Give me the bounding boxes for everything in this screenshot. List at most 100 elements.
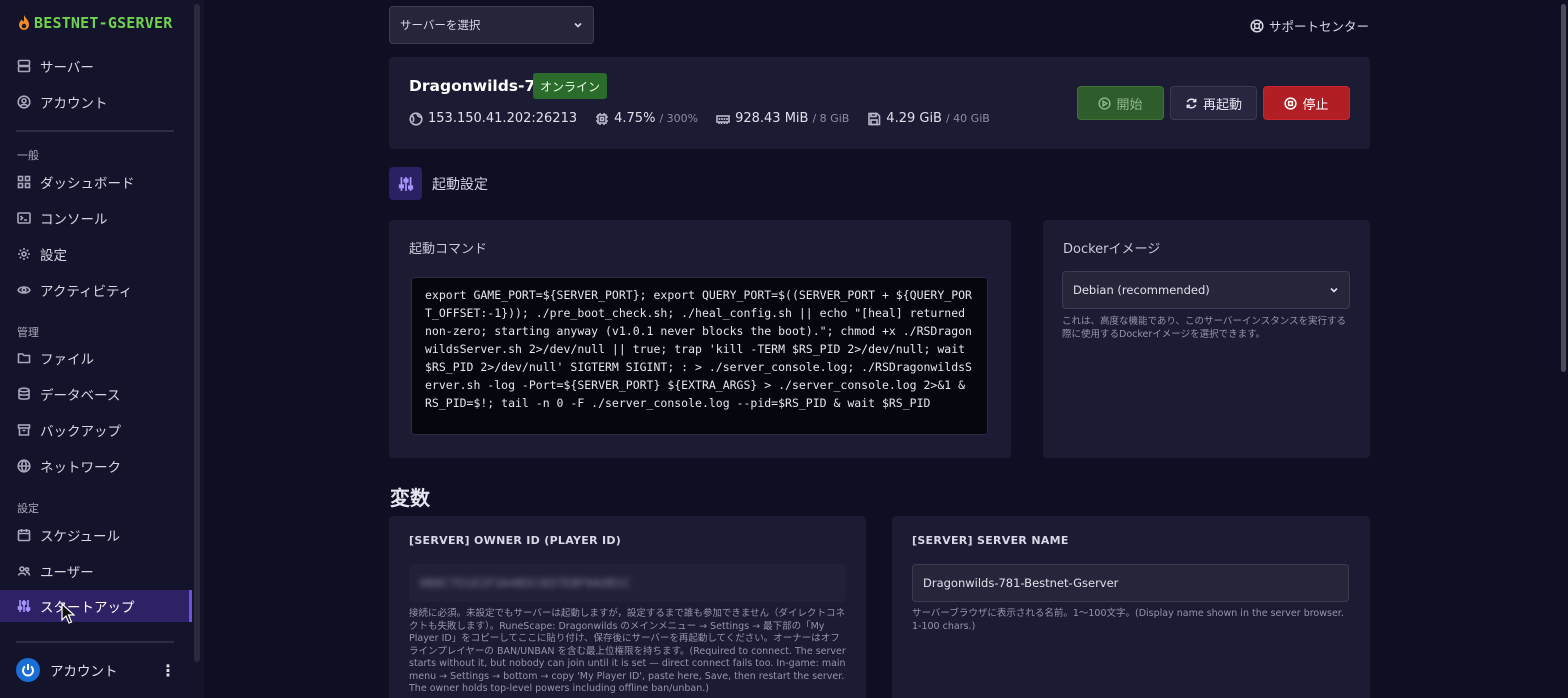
sidebar-item-label: バックアップ: [40, 424, 121, 440]
grid-icon: [17, 175, 31, 189]
sidebar-item-console[interactable]: コンソール: [0, 202, 192, 234]
sidebar-item-dashboard[interactable]: ダッシュボード: [0, 166, 192, 198]
start-label: 開始: [1116, 97, 1143, 113]
server-name-input[interactable]: Dragonwilds-781-Bestnet-Gserver: [912, 564, 1349, 602]
docker-image-title: Dockerイメージ: [1063, 242, 1161, 257]
disk-limit: / 40 GiB: [945, 112, 990, 125]
refresh-icon: [1186, 98, 1197, 108]
mouse-cursor-icon: [61, 603, 75, 624]
startup-command-title: 起動コマンド: [409, 242, 488, 257]
sidebar-item-label: ファイル: [40, 352, 94, 368]
sliders-icon: [389, 167, 422, 200]
owner-id-input[interactable]: 9B8C7D1E2F3A4B5C6D7E8F9A0B1C: [409, 564, 846, 602]
variable-help: サーバーブラウザに表示される名前。1〜100文字。(Display name s…: [912, 608, 1344, 632]
sidebar-item-label: アカウント: [40, 96, 108, 112]
calendar-icon: [17, 529, 31, 542]
server-address[interactable]: 153.150.41.202:26213: [428, 111, 577, 126]
cpu-usage: 4.75%: [614, 111, 656, 126]
docker-image-help: これは、高度な機能であり、このサーバーインスタンスを実行する際に使用するDock…: [1062, 316, 1347, 340]
section-label-general: 一般: [17, 149, 39, 162]
sidebar-divider: [16, 130, 174, 132]
server-name-value: Dragonwilds-781-Bestnet-Gserver: [923, 576, 1119, 590]
stat-disk: 4.29 GiB / 40 GiB: [867, 111, 990, 126]
stat-cpu: 4.75% / 300%: [595, 111, 698, 126]
support-center-label: サポートセンター: [1268, 19, 1369, 34]
sidebar-item-label: スケジュール: [40, 529, 121, 545]
variable-card-server-name: [SERVER] SERVER NAME Dragonwilds-781-Bes…: [892, 516, 1370, 698]
sidebar-item-backups[interactable]: バックアップ: [0, 414, 192, 446]
sidebar-item-label: スタートアップ: [40, 600, 135, 616]
docker-image-select[interactable]: Debian (recommended): [1062, 271, 1350, 309]
network-icon: [17, 459, 31, 473]
memory-icon: [716, 114, 730, 124]
stop-label: 停止: [1302, 97, 1329, 113]
status-badge: オンライン: [533, 73, 608, 99]
page-scrollbar[interactable]: [1561, 4, 1566, 372]
sidebar-item-label: ネットワーク: [40, 460, 121, 476]
sidebar-item-settings[interactable]: 設定: [0, 238, 192, 270]
sidebar-item-activity[interactable]: アクティビティ: [0, 274, 192, 306]
chevron-down-icon: [1330, 287, 1338, 293]
sidebar-item-schedules[interactable]: スケジュール: [0, 519, 192, 551]
stat-address: 153.150.41.202:26213: [409, 111, 577, 126]
archive-icon: [17, 424, 31, 436]
sidebar: BESTNET-GSERVER サーバー アカウント 一般 ダッシュボード コン…: [0, 0, 204, 698]
server-select-placeholder: サーバーを選択: [400, 18, 481, 32]
stop-button[interactable]: 停止: [1263, 86, 1350, 120]
gear-icon: [18, 248, 30, 260]
sidebar-item-label: サーバー: [40, 60, 94, 76]
section-label-manage: 管理: [17, 326, 39, 339]
variable-label: [SERVER] OWNER ID (PLAYER ID): [409, 534, 622, 547]
sidebar-item-label: アクティビティ: [40, 284, 133, 300]
variables-title: 変数: [390, 486, 430, 510]
startup-command-card: 起動コマンド export GAME_PORT=${SERVER_PORT}; …: [389, 220, 1011, 458]
sidebar-scrollbar[interactable]: [194, 4, 200, 662]
startup-command-text[interactable]: export GAME_PORT=${SERVER_PORT}; export …: [411, 277, 988, 435]
kebab-menu-icon[interactable]: ⋮: [160, 661, 176, 680]
brand-name: BESTNET-GSERVER: [34, 14, 173, 32]
variable-help: 接続に必須。未設定でもサーバーは起動しますが，設定するまで誰も参加できません（ダ…: [409, 608, 846, 694]
variable-card-owner-id: [SERVER] OWNER ID (PLAYER ID) 9B8C7D1E2F…: [389, 516, 866, 698]
sidebar-item-label: データベース: [40, 388, 121, 404]
sidebar-item-users[interactable]: ユーザー: [0, 555, 192, 587]
disk-usage: 4.29 GiB: [886, 111, 942, 126]
variable-label: [SERVER] SERVER NAME: [912, 534, 1069, 547]
lifebuoy-icon: [1250, 18, 1264, 33]
user-circle-icon: [17, 95, 31, 109]
support-center-link[interactable]: サポートセンター: [1250, 16, 1369, 35]
account-menu[interactable]: アカウント ⋮: [16, 657, 176, 683]
startup-section-title: 起動設定: [432, 176, 488, 193]
docker-image-card: Dockerイメージ Debian (recommended) これは、高度な機…: [1043, 220, 1370, 458]
restart-label: 再起動: [1202, 97, 1242, 113]
disk-icon: [868, 112, 881, 125]
sidebar-item-files[interactable]: ファイル: [0, 342, 192, 374]
cpu-icon: [596, 112, 609, 125]
sidebar-item-account[interactable]: アカウント: [0, 86, 192, 118]
sidebar-item-label: ユーザー: [40, 565, 94, 581]
restart-button[interactable]: 再起動: [1170, 86, 1257, 120]
sidebar-item-label: 設定: [40, 248, 67, 264]
server-info-card: Dragonwilds-781 オンライン 153.150.41.202:262…: [389, 57, 1370, 149]
sliders-icon: [17, 600, 31, 612]
play-icon: [1098, 96, 1112, 110]
sidebar-item-databases[interactable]: データベース: [0, 378, 192, 410]
power-icon: [16, 658, 40, 682]
cpu-limit: / 300%: [659, 112, 699, 125]
sidebar-item-network[interactable]: ネットワーク: [0, 450, 192, 482]
sidebar-item-label: ダッシュボード: [40, 176, 135, 192]
users-icon: [17, 566, 31, 576]
owner-id-value: 9B8C7D1E2F3A4B5C6D7E8F9A0B1C: [419, 576, 631, 590]
server-select[interactable]: サーバーを選択: [389, 6, 594, 44]
chevron-down-icon: [574, 22, 582, 28]
server-stats: 153.150.41.202:26213 4.75% / 300% 928.43…: [409, 111, 1008, 126]
folder-icon: [17, 353, 31, 364]
brand-logo[interactable]: BESTNET-GSERVER: [16, 14, 172, 32]
sidebar-item-servers[interactable]: サーバー: [0, 50, 192, 82]
sidebar-item-label: コンソール: [40, 212, 108, 228]
sidebar-item-startup[interactable]: スタートアップ: [0, 590, 192, 622]
start-button[interactable]: 開始: [1077, 86, 1164, 120]
memory-usage: 928.43 MiB: [735, 111, 809, 126]
server-icon: [17, 59, 31, 73]
globe-icon: [409, 111, 423, 126]
section-label-config: 設定: [17, 502, 39, 515]
